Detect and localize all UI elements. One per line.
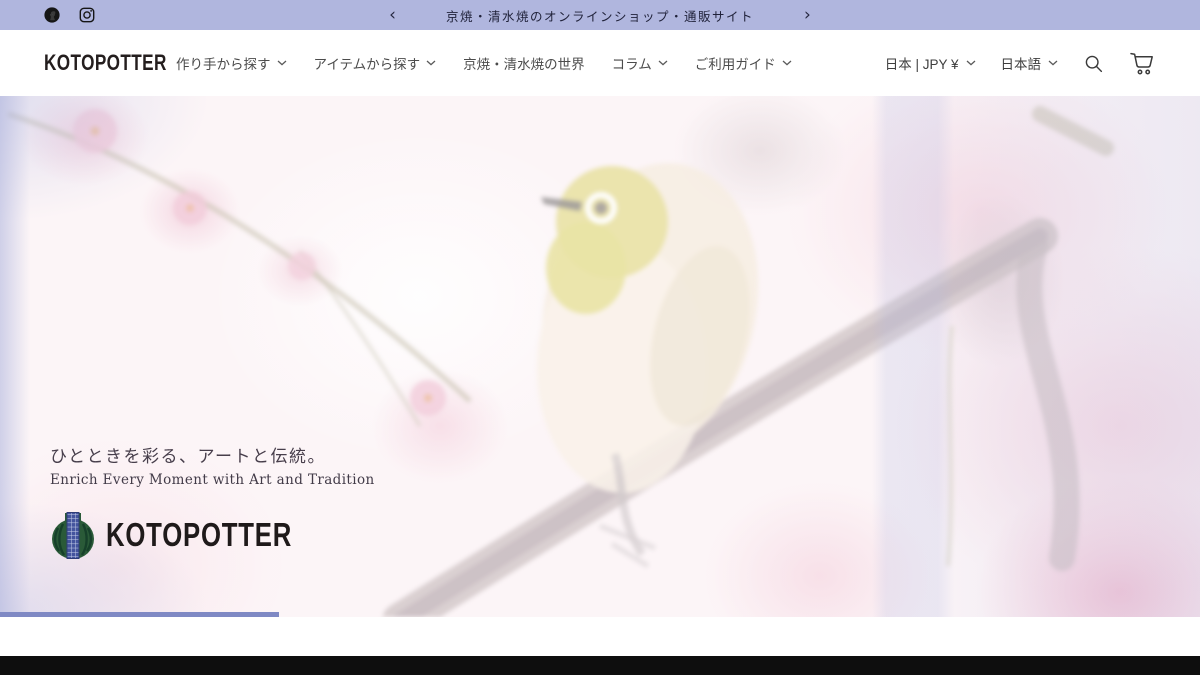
content-gap <box>0 617 1200 656</box>
hero-tagline-jp: ひとときを彩る、アートと伝統。 <box>50 442 375 467</box>
prev-arrow[interactable]: ‹ <box>387 7 398 24</box>
nav-item-label: 作り手から探す <box>176 53 271 73</box>
hero-brand-logo: KOTOPOTTER <box>50 510 375 560</box>
next-arrow[interactable]: › <box>802 7 813 24</box>
instagram-icon[interactable] <box>79 7 95 23</box>
blossoms <box>73 109 446 416</box>
chevron-down-icon <box>426 60 436 66</box>
chevron-down-icon <box>658 60 668 66</box>
nav-item-label: コラム <box>612 53 652 73</box>
chevron-down-icon <box>1048 60 1058 66</box>
footer-strip <box>0 656 1200 675</box>
main-header: KOTOPOTTER 作り手から探す アイテムから探す 京焼・清水焼の世界 コラ… <box>0 30 1200 96</box>
nav-item-label: アイテムから探す <box>314 53 421 73</box>
chevron-down-icon <box>966 60 976 66</box>
language-selector[interactable]: 日本語 <box>1001 53 1059 73</box>
social-links: f <box>44 7 95 23</box>
hero-caption: ひとときを彩る、アートと伝統。 Enrich Every Moment with… <box>50 442 375 560</box>
nav-item-label: ご利用ガイド <box>695 53 776 73</box>
nav-item-items[interactable]: アイテムから探す <box>314 53 437 73</box>
announcement-text: 京焼・清水焼のオンラインショップ・通販サイト <box>446 6 754 25</box>
hero-tagline-en: Enrich Every Moment with Art and Traditi… <box>50 472 375 488</box>
nav-item-label: 京焼・清水焼の世界 <box>463 53 585 73</box>
branch <box>400 114 1106 617</box>
header-utilities: 日本 | JPY ¥ 日本語 <box>885 51 1156 76</box>
carousel-progress-bar <box>0 612 279 617</box>
white-eye-bird <box>512 140 788 566</box>
language-label: 日本語 <box>1001 53 1042 73</box>
nav-item-makers[interactable]: 作り手から探す <box>176 53 287 73</box>
hero-section: ひとときを彩る、アートと伝統。 Enrich Every Moment with… <box>0 96 1200 617</box>
nav-item-column[interactable]: コラム <box>612 53 668 73</box>
hero-brand-text: KOTOPOTTER <box>106 516 292 554</box>
nav-item-world[interactable]: 京焼・清水焼の世界 <box>463 53 585 73</box>
country-currency-selector[interactable]: 日本 | JPY ¥ <box>885 53 976 73</box>
header-logo[interactable]: KOTOPOTTER <box>44 50 136 76</box>
country-currency-label: 日本 | JPY ¥ <box>885 53 959 73</box>
nav-item-guide[interactable]: ご利用ガイド <box>695 53 792 73</box>
facebook-icon[interactable]: f <box>44 7 60 23</box>
twig <box>8 114 470 401</box>
chevron-down-icon <box>277 60 287 66</box>
svg-text:f: f <box>51 11 55 23</box>
brand-pot-icon <box>50 510 96 560</box>
search-icon[interactable] <box>1083 53 1104 74</box>
main-nav: 作り手から探す アイテムから探す 京焼・清水焼の世界 コラム ご利用ガイド <box>176 53 792 73</box>
chevron-down-icon <box>782 60 792 66</box>
announcement-bar: f ‹ 京焼・清水焼のオンラインショップ・通販サイト › <box>0 0 1200 30</box>
cart-icon[interactable] <box>1129 51 1156 76</box>
